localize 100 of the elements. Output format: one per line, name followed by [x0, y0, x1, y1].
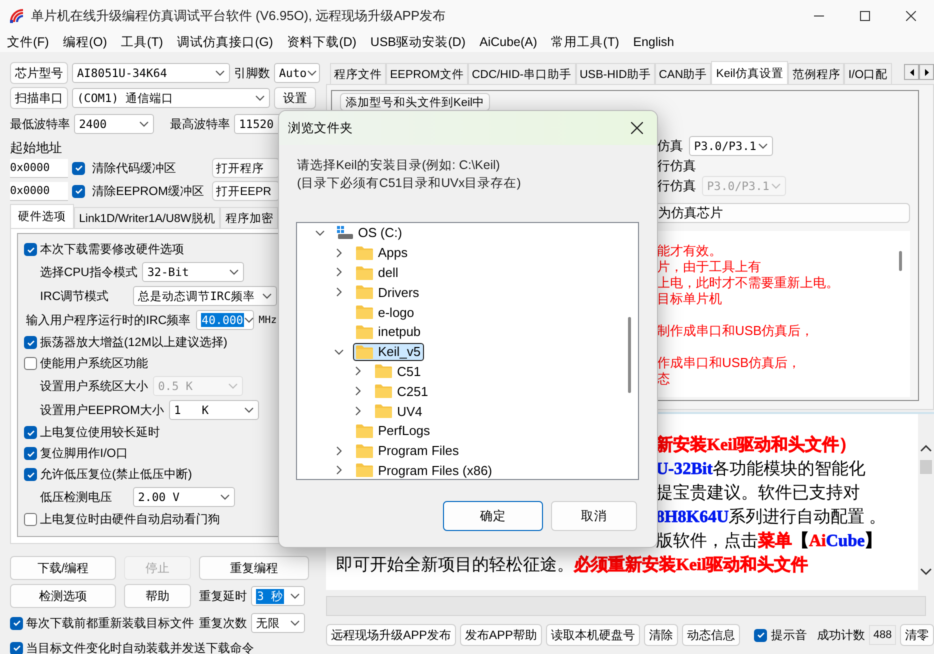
chip-dropdown[interactable]: AI8051U-34K64: [72, 63, 230, 83]
tab[interactable]: CDC/HID-串口助手: [468, 63, 576, 84]
option-label: 复位脚用作I/O口: [40, 445, 128, 462]
tree-item[interactable]: Keil_v5: [353, 342, 424, 361]
option-label: 行仿真: [657, 177, 696, 195]
toolbar-button[interactable]: 远程现场升级APP发布: [326, 624, 456, 646]
chip-model-button[interactable]: 芯片型号: [10, 62, 68, 84]
menu-item[interactable]: 常用工具(T): [551, 34, 620, 50]
toolbar-button[interactable]: 动态信息: [682, 624, 740, 646]
option-dropdown[interactable]: 2.00 V: [133, 487, 235, 507]
option-label: 本次下载需要修改硬件选项: [40, 241, 184, 258]
repeat-label: 重复次数: [199, 614, 247, 632]
count-label: 成功计数: [817, 626, 866, 644]
start-address-label: 起始地址: [10, 139, 63, 155]
menu-item[interactable]: 编程(O): [62, 34, 108, 50]
option-label: 上电复位使用较长延时: [40, 424, 160, 441]
option-label: 选择CPU指令模式: [40, 264, 138, 280]
open-file-button[interactable]: 打开EEPR: [212, 181, 280, 201]
settings-button[interactable]: 设置: [274, 87, 316, 109]
pins-dropdown[interactable]: Auto: [274, 63, 320, 83]
tab[interactable]: I/O口配: [844, 63, 892, 84]
log-line: 版软件，点击菜单【AiCube】: [656, 530, 882, 552]
menu-item[interactable]: AiCube(A): [479, 35, 538, 49]
tab[interactable]: Link1D/Writer1A/U8W脱机: [74, 207, 220, 228]
tab[interactable]: EEPROM文件: [386, 63, 468, 84]
scan-port-button[interactable]: 扫描串口: [10, 87, 68, 109]
action-button[interactable]: 检测选项: [10, 584, 116, 608]
option-label: 上电复位时由硬件自动启动看门狗: [40, 511, 220, 528]
min-baud-dropdown[interactable]: 2400: [74, 114, 154, 134]
repeat-label: 重复延时: [199, 588, 247, 604]
tab[interactable]: 程序文件: [330, 63, 386, 84]
address-field[interactable]: 0x0000: [10, 158, 68, 178]
address-field[interactable]: 0x0000: [10, 182, 68, 200]
tree-item[interactable]: Drivers: [353, 282, 422, 302]
note-text: 态: [657, 371, 670, 387]
option-label: 使能用户系统区功能: [40, 355, 148, 372]
option-label: 每次下载前都重新装载目标文件: [26, 614, 194, 632]
note-text: 能才有效。: [657, 243, 722, 259]
log-line: 即可开始全新项目的轻松征途。必须重新安装Keil驱动和头文件: [336, 554, 808, 576]
option-label: 输入用户程序运行时的IRC频率: [26, 312, 191, 328]
menu-item[interactable]: 文件(F): [7, 34, 49, 50]
tree-item[interactable]: C251: [372, 381, 432, 402]
note-text: 上电，此时才不需要重新上电。: [657, 275, 839, 291]
note-text: 制作成串口和USB仿真后，: [657, 322, 814, 339]
min-baud-label: 最低波特率: [10, 116, 70, 132]
action-button[interactable]: 下载/编程: [10, 556, 116, 580]
add-to-keil-button[interactable]: 添加型号和头文件到Keil中: [340, 93, 490, 111]
port-dropdown[interactable]: (COM1) 通信端口: [72, 88, 270, 108]
tree-item[interactable]: PerfLogs: [353, 420, 434, 441]
menu-item[interactable]: USB驱动安装(D): [370, 34, 466, 50]
tree-item[interactable]: Program Files: [353, 440, 462, 461]
tree-item[interactable]: dell: [353, 262, 402, 282]
option-label: 设置用户系统区大小: [40, 378, 148, 394]
option-label: IRC调节模式: [40, 288, 110, 304]
prompt-text: 请选择Keil的安装目录(例如: C:\Keil): [297, 157, 501, 174]
pin-dropdown[interactable]: P3.0/P3.1: [689, 136, 773, 156]
option-label: 清除EEPROM缓冲区: [92, 182, 204, 200]
option-label: 振荡器放大增益(12M以上建议选择): [40, 334, 228, 351]
tab[interactable]: USB-HID助手: [576, 63, 655, 84]
note-text: 片，由于工具上有: [657, 259, 761, 275]
dialog-button[interactable]: 取消: [551, 501, 637, 531]
toolbar-button[interactable]: 清除: [644, 624, 678, 646]
tab[interactable]: 硬件选项: [10, 204, 74, 228]
option-label: 当目标文件变化时自动装载并发送下载命令: [26, 640, 254, 654]
log-line: U-32Bit各功能模块的智能化: [656, 458, 866, 480]
option-label: 清除代码缓冲区: [92, 160, 176, 176]
tree-item[interactable]: Program Files (x86): [353, 460, 496, 479]
menu-item[interactable]: English: [633, 35, 674, 49]
unit-label: MHz: [258, 314, 277, 326]
option-dropdown[interactable]: 1 K: [169, 400, 260, 420]
max-baud-label: 最高波特率: [170, 116, 230, 132]
option-dropdown[interactable]: 总是动态调节IRC频率: [133, 286, 277, 306]
reset-button[interactable]: 清零: [900, 624, 934, 646]
tab[interactable]: CAN助手: [654, 63, 712, 84]
option-label: 行仿真: [657, 157, 696, 175]
option-label: 设置用户EEPROM大小: [40, 402, 164, 418]
option-label: 仿真: [657, 137, 683, 155]
repeat-dropdown[interactable]: 3 秒: [251, 586, 305, 606]
toolbar-button[interactable]: 发布APP帮助: [460, 624, 542, 646]
tree-item[interactable]: OS (C:): [334, 223, 406, 243]
open-file-button[interactable]: 打开程序: [212, 158, 280, 178]
action-button[interactable]: 重复编程: [199, 556, 309, 580]
menu-item[interactable]: 工具(T): [121, 34, 163, 50]
tree-item[interactable]: Apps: [353, 242, 411, 263]
repeat-dropdown[interactable]: 无限: [251, 613, 305, 633]
tree-item[interactable]: C51: [372, 361, 424, 382]
tree-item[interactable]: e-logo: [353, 302, 418, 322]
note-text: 目标单片机: [657, 291, 722, 307]
tab[interactable]: 范例程序: [788, 63, 844, 84]
action-button[interactable]: 帮助: [124, 584, 191, 608]
frequency-dropdown[interactable]: 40.000: [196, 310, 254, 330]
tree-item[interactable]: inetpub: [353, 322, 424, 342]
menu-item[interactable]: 调试仿真接口(G): [177, 34, 274, 50]
dialog-button[interactable]: 确定: [443, 501, 543, 531]
menu-item[interactable]: 资料下载(D): [287, 34, 356, 50]
option-dropdown[interactable]: 32-Bit: [142, 262, 244, 282]
toolbar-button[interactable]: 读取本机硬盘号: [546, 624, 640, 646]
tree-item[interactable]: UV4: [372, 401, 426, 422]
tab[interactable]: Keil仿真设置: [711, 61, 788, 84]
tab[interactable]: 程序加密: [220, 207, 278, 228]
